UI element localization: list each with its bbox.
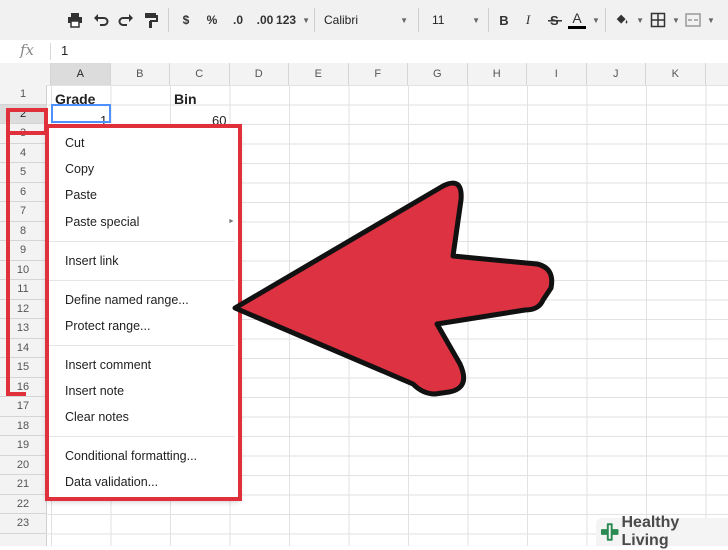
row-bracket-highlight [6, 120, 26, 396]
formula-bar: fx 1 [0, 40, 728, 64]
row-header-17[interactable]: 17 [0, 397, 46, 417]
column-header-d[interactable]: D [230, 63, 289, 85]
column-header-a[interactable]: A [51, 63, 111, 85]
column-header-g[interactable]: G [408, 63, 468, 85]
row-header-22[interactable]: 22 [0, 495, 46, 514]
toolbar-divider [168, 8, 169, 32]
formula-bar-divider [50, 43, 51, 60]
print-icon[interactable] [66, 9, 84, 31]
column-header-h[interactable]: H [468, 63, 527, 85]
undo-icon[interactable] [92, 9, 110, 31]
chevron-down-icon: ▼ [302, 15, 310, 25]
number-format-label: 123 [276, 13, 297, 27]
fill-color-button[interactable]: ▼ [614, 9, 644, 31]
row-header-21[interactable]: 21 [0, 475, 46, 495]
toolbar-divider [418, 8, 419, 32]
pointer-arrow-icon [232, 180, 555, 397]
cell-c1[interactable]: Bin [174, 91, 197, 107]
toolbar-divider [314, 8, 315, 32]
percent-button[interactable]: % [203, 9, 221, 31]
redo-icon[interactable] [117, 9, 135, 31]
toolbar-divider [488, 8, 489, 32]
row-header-19[interactable]: 19 [0, 436, 46, 456]
column-header-i[interactable]: I [527, 63, 587, 85]
number-format-dropdown[interactable]: 123 ▼ [276, 9, 310, 31]
chevron-down-icon: ▼ [592, 15, 600, 25]
toolbar: $ % .0 .00 123 ▼ Calibri ▼ 11 ▼ B I S A … [0, 0, 728, 41]
font-family-dropdown[interactable]: Calibri ▼ [324, 9, 408, 31]
currency-button[interactable]: $ [178, 9, 194, 31]
watermark-text: Healthy Living [621, 514, 680, 549]
text-color-label: A [572, 10, 582, 26]
column-header-c[interactable]: C [170, 63, 230, 85]
italic-button[interactable]: I [520, 9, 536, 31]
toolbar-divider [605, 8, 606, 32]
row-header-23[interactable]: 23 [0, 514, 46, 534]
font-size-dropdown[interactable]: 11 ▼ [432, 9, 480, 31]
chevron-down-icon: ▼ [707, 15, 715, 25]
chevron-down-icon: ▼ [472, 15, 480, 25]
chevron-down-icon: ▼ [672, 15, 680, 25]
watermark-logo: Healthy Living [596, 514, 728, 549]
active-cell-outline [51, 104, 111, 123]
strikethrough-icon[interactable]: S [546, 9, 564, 31]
merge-cells-button[interactable]: ▼ [684, 9, 716, 31]
font-family-label: Calibri [324, 13, 359, 27]
row-header-1[interactable]: 1 [0, 85, 46, 105]
text-color-button[interactable]: A ▼ [568, 9, 600, 31]
column-header: A B C D E F G H I J K [0, 63, 728, 86]
column-header-j[interactable]: J [587, 63, 646, 85]
column-header-b[interactable]: B [111, 63, 170, 85]
column-header-f[interactable]: F [349, 63, 408, 85]
borders-button[interactable]: ▼ [650, 9, 680, 31]
column-header-k[interactable]: K [646, 63, 706, 85]
select-all-corner[interactable] [0, 63, 51, 85]
chevron-down-icon: ▼ [400, 15, 408, 25]
increase-decimals-button[interactable]: .00 [253, 9, 277, 31]
formula-input[interactable]: 1 [61, 43, 68, 58]
row-header-20[interactable]: 20 [0, 456, 46, 475]
paint-format-icon[interactable] [142, 9, 160, 31]
text-color-swatch [568, 26, 587, 29]
row-header-18[interactable]: 18 [0, 417, 46, 436]
health-cross-icon [600, 523, 619, 541]
context-menu-highlight-box [45, 124, 242, 501]
chevron-down-icon: ▼ [636, 15, 644, 25]
decrease-decimals-button[interactable]: .0 [227, 9, 249, 31]
font-size-label: 11 [432, 13, 445, 27]
bold-button[interactable]: B [496, 9, 512, 31]
column-header-e[interactable]: E [289, 63, 349, 85]
fx-icon: fx [20, 41, 35, 59]
